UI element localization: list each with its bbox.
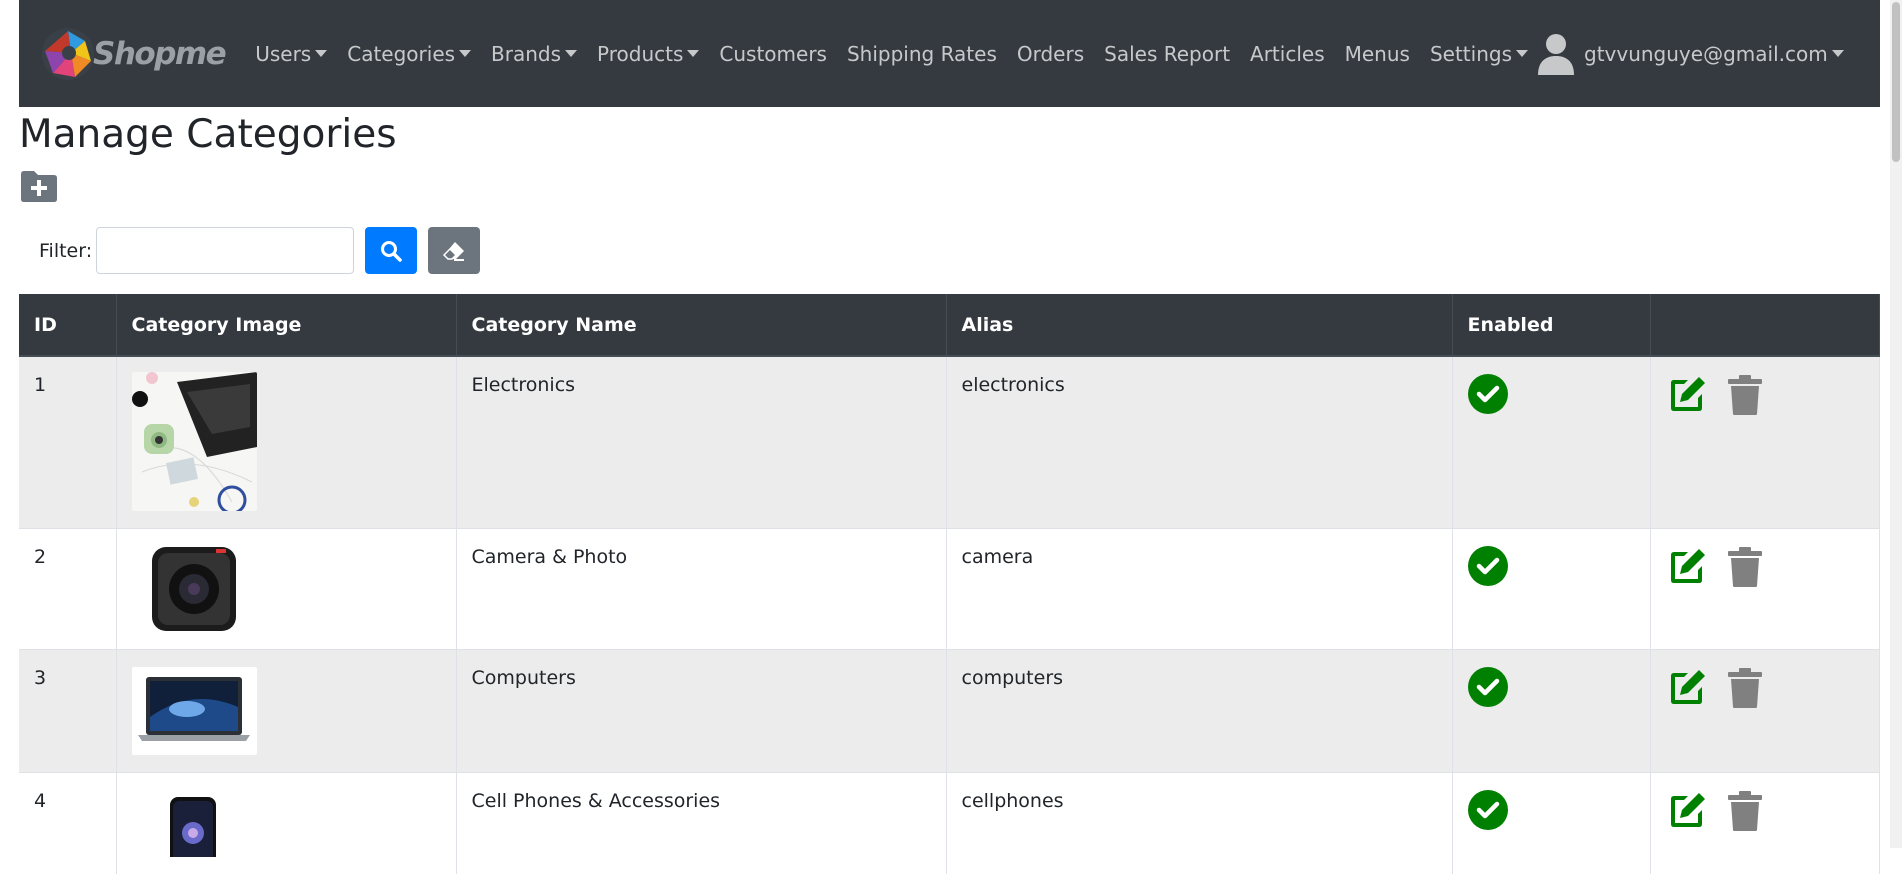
nav-label: Products [597, 42, 683, 66]
cell-name: Cell Phones & Accessories [456, 773, 946, 874]
electronics-image [132, 372, 257, 511]
table-row: 2 Camera & Photo camera [19, 529, 1880, 650]
caret-down-icon [315, 50, 327, 57]
nav-label: Categories [347, 42, 455, 66]
edit-icon[interactable] [1666, 374, 1708, 416]
search-button[interactable] [365, 227, 417, 274]
enabled-check-icon[interactable] [1468, 790, 1508, 830]
filter-input[interactable] [96, 227, 354, 274]
cell-enabled [1452, 773, 1650, 874]
edit-icon[interactable] [1666, 667, 1708, 709]
categories-table: ID Category Image Category Name Alias En… [19, 294, 1880, 874]
nav-orders[interactable]: Orders [1017, 42, 1084, 66]
edit-icon[interactable] [1666, 546, 1708, 588]
nav-categories[interactable]: Categories [347, 42, 471, 66]
brand-link[interactable]: Shopme [37, 23, 225, 85]
nav-label: Customers [719, 42, 827, 66]
search-icon [380, 240, 402, 262]
nav-label: Users [255, 42, 311, 66]
column-header-enabled: Enabled [1452, 294, 1650, 356]
enabled-check-icon[interactable] [1468, 374, 1508, 414]
caret-down-icon [565, 50, 577, 57]
cell-image [116, 529, 456, 650]
filter-form: Filter: [19, 227, 480, 274]
cell-alias: camera [946, 529, 1452, 650]
nav-label: Brands [491, 42, 561, 66]
table-header-row: ID Category Image Category Name Alias En… [19, 294, 1880, 356]
cell-enabled [1452, 529, 1650, 650]
caret-down-icon [1516, 50, 1528, 57]
nav-products[interactable]: Products [597, 42, 699, 66]
cell-id: 3 [19, 650, 116, 773]
scrollbar-thumb[interactable] [1892, 2, 1900, 162]
table-row: 1 [19, 356, 1880, 529]
enabled-check-icon[interactable] [1468, 667, 1508, 707]
edit-icon[interactable] [1666, 790, 1708, 832]
brand-name: Shopme [93, 36, 225, 72]
cell-actions [1650, 773, 1880, 874]
cell-image [116, 650, 456, 773]
nav-label: Menus [1345, 42, 1410, 66]
cell-enabled [1452, 356, 1650, 529]
cell-image [116, 356, 456, 529]
computers-image [132, 667, 257, 755]
table-row: 3 Computers computers [19, 650, 1880, 773]
column-header-actions [1650, 294, 1880, 356]
cell-actions [1650, 356, 1880, 529]
delete-trash-icon[interactable] [1724, 546, 1766, 588]
nav-customers[interactable]: Customers [719, 42, 827, 66]
shopme-logo-icon [37, 23, 99, 85]
add-category-folder-icon[interactable] [19, 168, 59, 203]
nav-user-account[interactable]: gtvvunguye@gmail.com [1538, 33, 1844, 75]
caret-down-icon [687, 50, 699, 57]
cell-alias: electronics [946, 356, 1452, 529]
user-email: gtvvunguye@gmail.com [1584, 42, 1828, 66]
enabled-check-icon[interactable] [1468, 546, 1508, 586]
cell-id: 4 [19, 773, 116, 874]
nav-articles[interactable]: Articles [1250, 42, 1325, 66]
vertical-scrollbar[interactable] [1890, 0, 1902, 848]
navbar: Shopme Users Categories Brands Products … [19, 0, 1880, 107]
delete-trash-icon[interactable] [1724, 790, 1766, 832]
cell-alias: cellphones [946, 773, 1452, 874]
nav-label: Sales Report [1104, 42, 1230, 66]
nav-label: Settings [1430, 42, 1512, 66]
eraser-icon [442, 240, 466, 262]
caret-down-icon [459, 50, 471, 57]
table-row: 4 Cell Phones & Accessories cellphones [19, 773, 1880, 874]
nav-brands[interactable]: Brands [491, 42, 577, 66]
nav-menus[interactable]: Menus [1345, 42, 1410, 66]
filter-label: Filter: [39, 240, 92, 262]
user-icon [1538, 33, 1574, 75]
cell-actions [1650, 650, 1880, 773]
nav-label: Orders [1017, 42, 1084, 66]
camera-image [132, 546, 257, 632]
cell-alias: computers [946, 650, 1452, 773]
nav-users[interactable]: Users [255, 42, 327, 66]
nav-settings[interactable]: Settings [1430, 42, 1528, 66]
cell-enabled [1452, 650, 1650, 773]
column-header-name[interactable]: Category Name [456, 294, 946, 356]
cell-name: Computers [456, 650, 946, 773]
cell-id: 1 [19, 356, 116, 529]
cell-name: Camera & Photo [456, 529, 946, 650]
clear-filter-button[interactable] [428, 227, 480, 274]
nav-label: Shipping Rates [847, 42, 997, 66]
column-header-alias[interactable]: Alias [946, 294, 1452, 356]
cell-name: Electronics [456, 356, 946, 529]
nav-shipping-rates[interactable]: Shipping Rates [847, 42, 997, 66]
cell-actions [1650, 529, 1880, 650]
page-title: Manage Categories [19, 112, 397, 157]
cell-image [116, 773, 456, 874]
delete-trash-icon[interactable] [1724, 667, 1766, 709]
cellphones-image [132, 797, 257, 857]
nav-sales-report[interactable]: Sales Report [1104, 42, 1230, 66]
column-header-id[interactable]: ID [19, 294, 116, 356]
caret-down-icon [1832, 50, 1844, 57]
column-header-image: Category Image [116, 294, 456, 356]
cell-id: 2 [19, 529, 116, 650]
nav-label: Articles [1250, 42, 1325, 66]
delete-trash-icon[interactable] [1724, 374, 1766, 416]
